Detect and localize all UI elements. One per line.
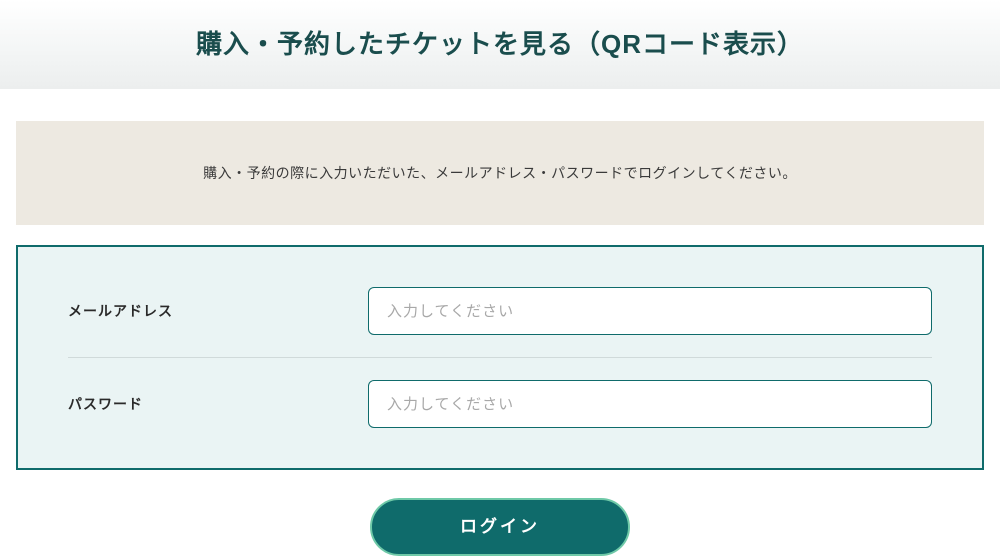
password-row: パスワード [68,358,932,450]
instruction-text: 購入・予約の際に入力いただいた、メールアドレス・パスワードでログインしてください… [36,163,964,183]
login-form: メールアドレス パスワード [16,245,984,470]
email-label: メールアドレス [68,301,368,321]
instruction-box: 購入・予約の際に入力いただいた、メールアドレス・パスワードでログインしてください… [16,121,984,225]
page-title: 購入・予約したチケットを見る（QRコード表示） [0,24,1000,61]
email-input[interactable] [368,287,932,335]
password-label: パスワード [68,394,368,414]
password-input[interactable] [368,380,932,428]
header-band: 購入・予約したチケットを見る（QRコード表示） [0,0,1000,89]
login-button-wrap: ログイン [0,498,1000,556]
email-row: メールアドレス [68,265,932,358]
login-button[interactable]: ログイン [370,498,630,556]
